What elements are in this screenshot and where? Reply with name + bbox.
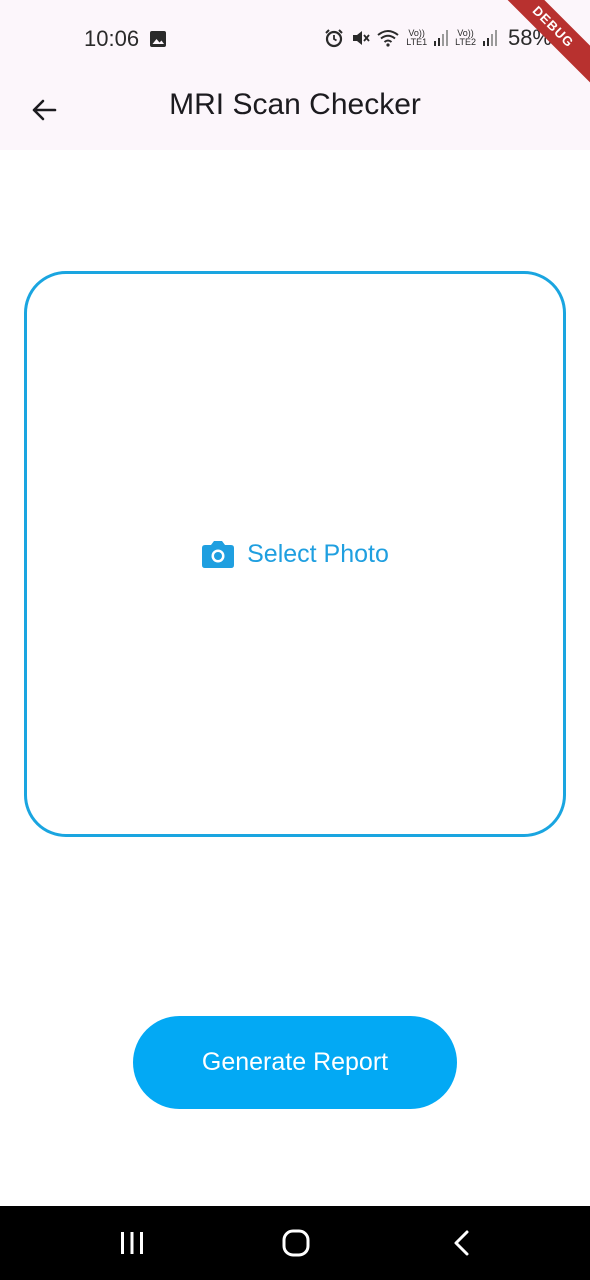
recent-apps-button[interactable] xyxy=(92,1206,172,1280)
status-bar: 10:06 Vo)) LTE1 Vo)) LTE2 58% DEBUG xyxy=(0,0,590,90)
lte1-indicator: Vo)) LTE1 xyxy=(406,28,428,47)
page-title: MRI Scan Checker xyxy=(169,88,421,121)
select-photo-button[interactable]: Select Photo xyxy=(201,539,389,569)
status-icons: Vo)) LTE1 Vo)) LTE2 58% xyxy=(324,24,552,52)
gallery-icon xyxy=(150,31,166,47)
nav-back-button[interactable] xyxy=(422,1206,502,1280)
generate-report-button[interactable]: Generate Report xyxy=(133,1016,457,1109)
status-time: 10:06 xyxy=(84,26,140,51)
camera-icon xyxy=(202,541,235,568)
alarm-icon xyxy=(325,29,343,48)
app-bar: MRI Scan Checker xyxy=(0,78,590,150)
wifi-icon xyxy=(377,30,399,47)
home-button[interactable] xyxy=(256,1206,336,1280)
back-icon xyxy=(454,1230,469,1256)
photo-picker[interactable]: Select Photo xyxy=(24,271,566,837)
recent-apps-icon xyxy=(121,1232,143,1254)
select-photo-label: Select Photo xyxy=(247,539,389,568)
home-icon xyxy=(282,1229,310,1257)
system-nav-bar xyxy=(0,1206,590,1280)
mute-icon xyxy=(353,31,370,45)
signal-icon xyxy=(482,30,497,46)
signal-icon xyxy=(434,30,449,46)
lte2-indicator: Vo)) LTE2 xyxy=(455,28,476,47)
